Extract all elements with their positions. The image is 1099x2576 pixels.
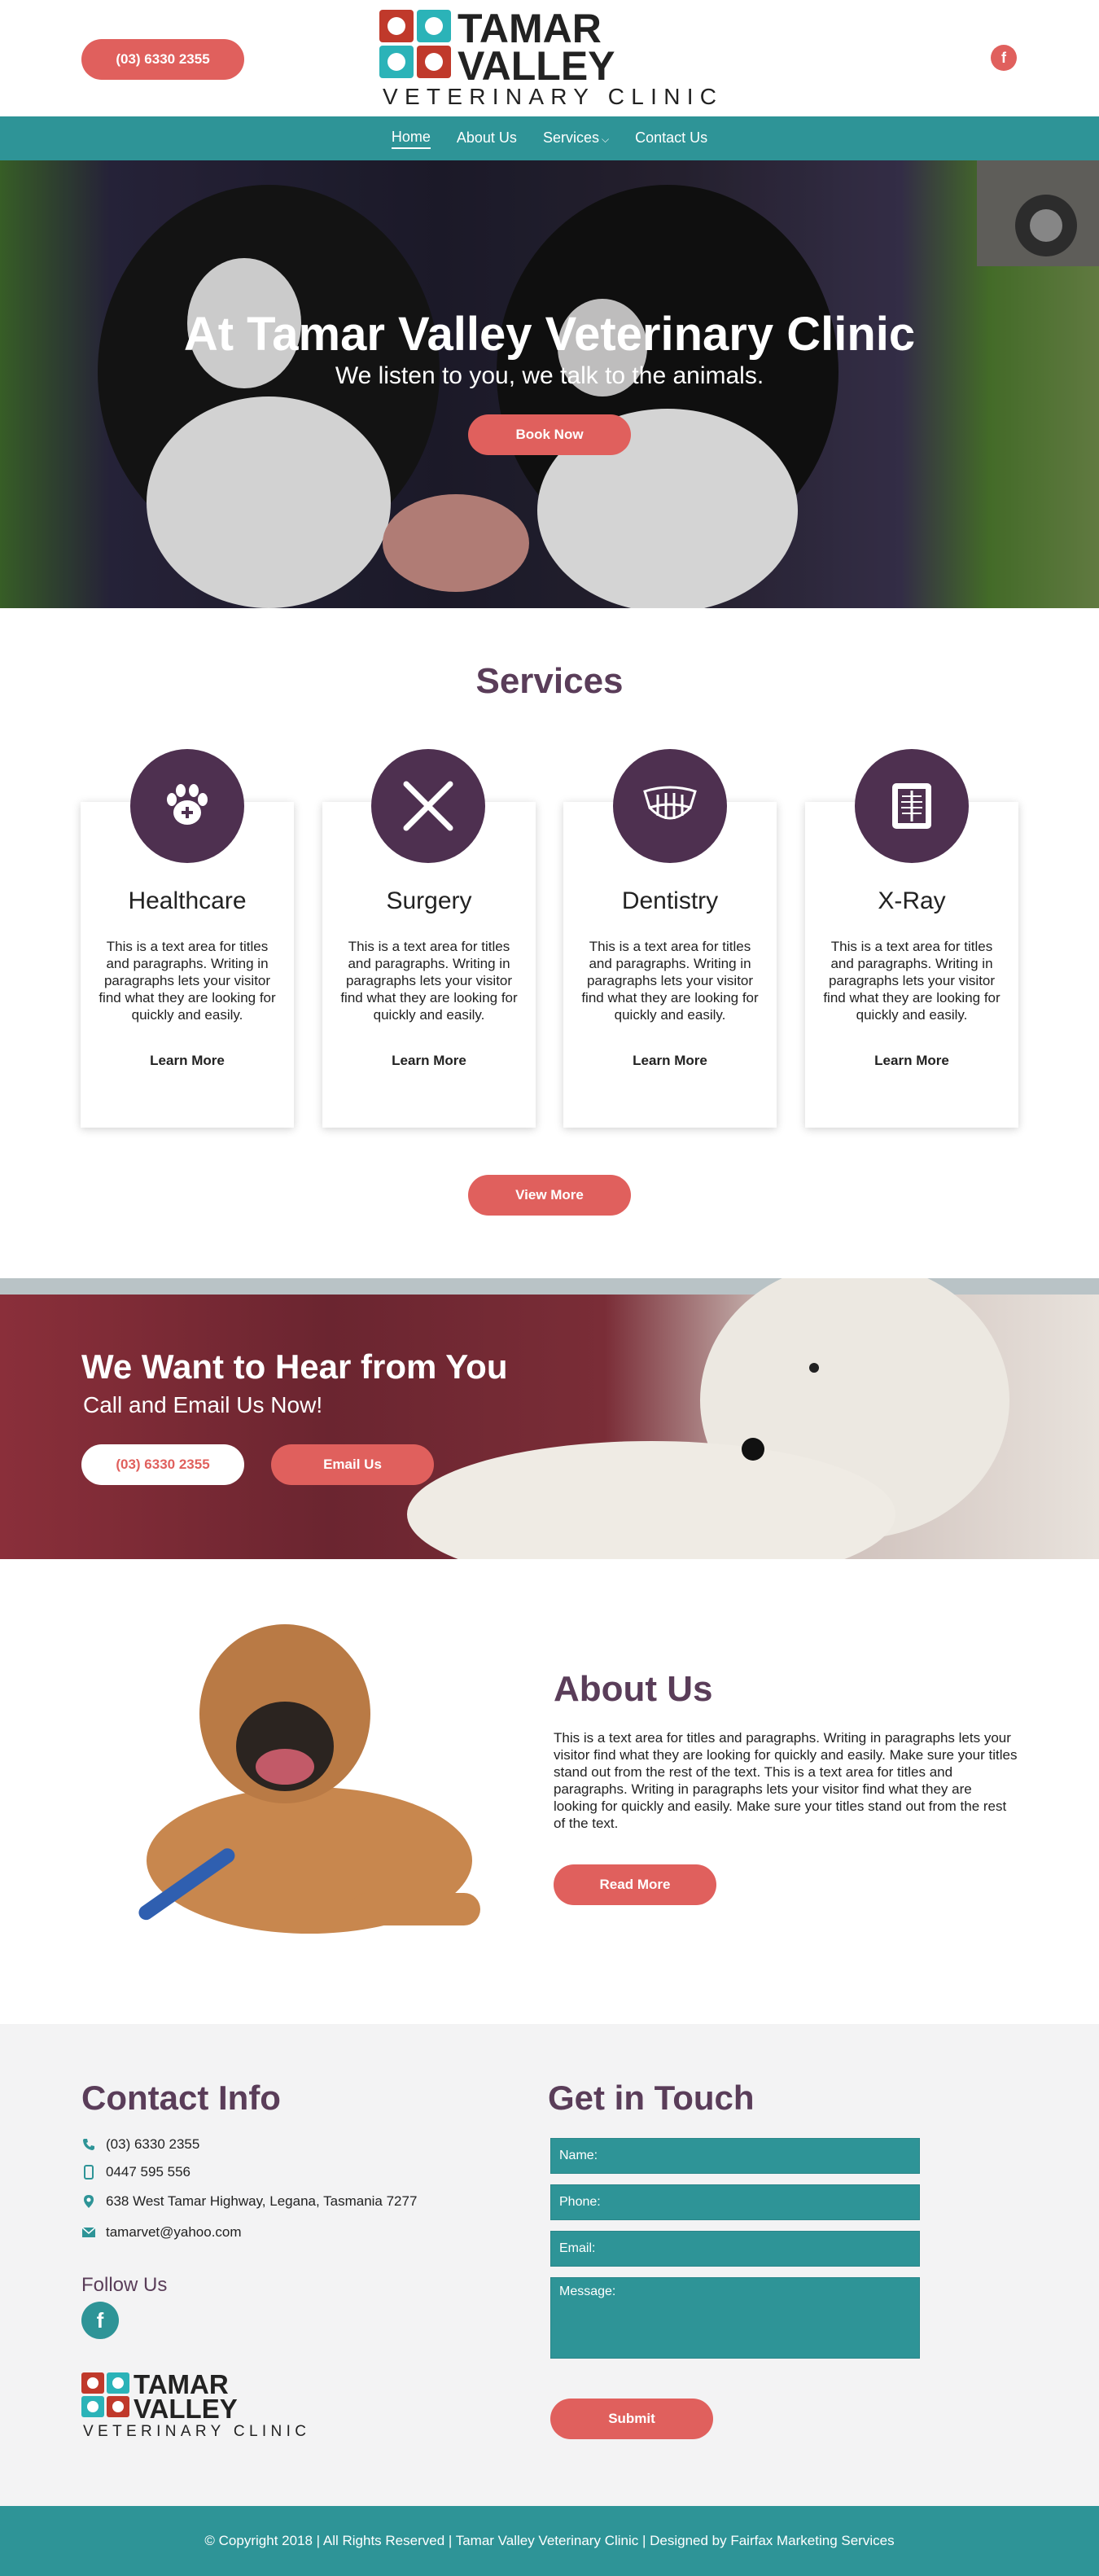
cta-subtitle: Call and Email Us Now!	[83, 1392, 323, 1417]
footer-logo-line-3: VETERINARY CLINIC	[83, 2423, 306, 2439]
nav-contact-us[interactable]: Contact Us	[635, 129, 707, 148]
learn-more-link[interactable]: Learn More	[563, 1053, 777, 1069]
contact-cta-banner: We Want to Hear from You Call and Email …	[0, 1278, 1099, 1559]
contact-address: 638 West Tamar Highway, Legana, Tasmania…	[106, 2193, 418, 2209]
submit-button[interactable]: Submit	[550, 2399, 713, 2439]
contact-phone-row: (03) 6330 2355	[81, 2136, 199, 2153]
contact-email-row: tamarvet@yahoo.com	[81, 2224, 242, 2241]
cta-title: We Want to Hear from You	[81, 1347, 508, 1386]
get-in-touch-title: Get in Touch	[548, 2079, 755, 2117]
cta-puppy-image	[0, 1278, 1099, 1559]
email-field[interactable]	[550, 2231, 920, 2267]
contact-info-title: Contact Info	[81, 2079, 281, 2117]
boxer-dog-image	[138, 1624, 480, 1934]
page: (03) 6330 2355 TAMAR VALLEY VETERINARY C…	[0, 0, 1099, 2576]
cta-phone-button[interactable]: (03) 6330 2355	[81, 1444, 244, 1485]
chevron-down-icon: ⌵	[601, 133, 610, 145]
service-card-text: This is a text area for titles and parag…	[581, 939, 759, 1023]
follow-us-label: Follow Us	[81, 2274, 168, 2296]
nav-services-label: Services	[542, 129, 599, 146]
header-phone-button[interactable]: (03) 6330 2355	[81, 39, 244, 80]
main-nav: Home About Us Services ⌵ Contact Us	[0, 116, 1099, 160]
contact-address-row: 638 West Tamar Highway, Legana, Tasmania…	[81, 2193, 417, 2210]
site-logo[interactable]: TAMAR VALLEY VETERINARY CLINIC	[379, 8, 721, 109]
hero-title: At Tamar Valley Veterinary Clinic	[183, 308, 916, 361]
view-more-button[interactable]: View More	[468, 1175, 631, 1216]
message-field[interactable]	[550, 2277, 920, 2359]
learn-more-link[interactable]: Learn More	[81, 1053, 294, 1069]
header-facebook-icon[interactable]: f	[991, 45, 1017, 71]
footer-logo: TAMAR VALLEY VETERINARY CLINIC	[81, 2371, 306, 2439]
logo-line-2: VALLEY	[458, 43, 615, 89]
service-card-title: Healthcare	[128, 887, 247, 914]
paw-plus-icon	[130, 749, 244, 863]
nav-home[interactable]: Home	[391, 129, 431, 149]
service-card-text: This is a text area for titles and parag…	[823, 939, 1000, 1023]
facebook-icon[interactable]: f	[81, 2302, 119, 2339]
site-header: (03) 6330 2355 TAMAR VALLEY VETERINARY C…	[0, 0, 1099, 116]
site-footer: © Copyright 2018 | All Rights Reserved |…	[0, 2506, 1099, 2576]
phone-icon	[81, 2138, 96, 2151]
phone-field[interactable]	[550, 2184, 920, 2220]
book-now-button[interactable]: Book Now	[468, 414, 631, 455]
map-pin-icon	[81, 2194, 96, 2209]
contact-mobile-row: 0447 595 556	[81, 2164, 190, 2180]
service-card-title: Dentistry	[621, 887, 719, 914]
hero-banner: At Tamar Valley Veterinary Clinic We lis…	[0, 160, 1099, 608]
hero-subtitle: We listen to you, we talk to the animals…	[335, 362, 764, 389]
services-title: Services	[475, 661, 624, 701]
scalpel-cross-icon	[371, 749, 485, 863]
service-card-text: This is a text area for titles and parag…	[340, 939, 518, 1023]
mobile-icon	[81, 2165, 96, 2180]
contact-mobile[interactable]: 0447 595 556	[106, 2164, 190, 2180]
about-title: About Us	[554, 1669, 713, 1709]
service-card-title: Surgery	[386, 887, 472, 914]
contact-phone[interactable]: (03) 6330 2355	[106, 2136, 199, 2153]
learn-more-link[interactable]: Learn More	[805, 1053, 1018, 1069]
service-card-text: This is a text area for titles and parag…	[99, 939, 276, 1023]
envelope-icon	[81, 2227, 96, 2238]
xray-icon	[855, 749, 969, 863]
name-field[interactable]	[550, 2138, 920, 2174]
footer-logo-line-2: VALLEY	[134, 2394, 238, 2424]
nav-about-us[interactable]: About Us	[457, 129, 517, 148]
nav-services[interactable]: Services ⌵	[543, 129, 609, 148]
learn-more-link[interactable]: Learn More	[322, 1053, 536, 1069]
service-card-title: X-Ray	[878, 887, 946, 914]
copyright-text: © Copyright 2018 | All Rights Reserved |…	[204, 2533, 895, 2548]
read-more-button[interactable]: Read More	[554, 1864, 716, 1905]
teeth-icon	[613, 749, 727, 863]
email-us-button[interactable]: Email Us	[271, 1444, 434, 1485]
contact-email[interactable]: tamarvet@yahoo.com	[106, 2224, 242, 2241]
about-text: This is a text area for titles and parag…	[554, 1730, 1018, 1831]
